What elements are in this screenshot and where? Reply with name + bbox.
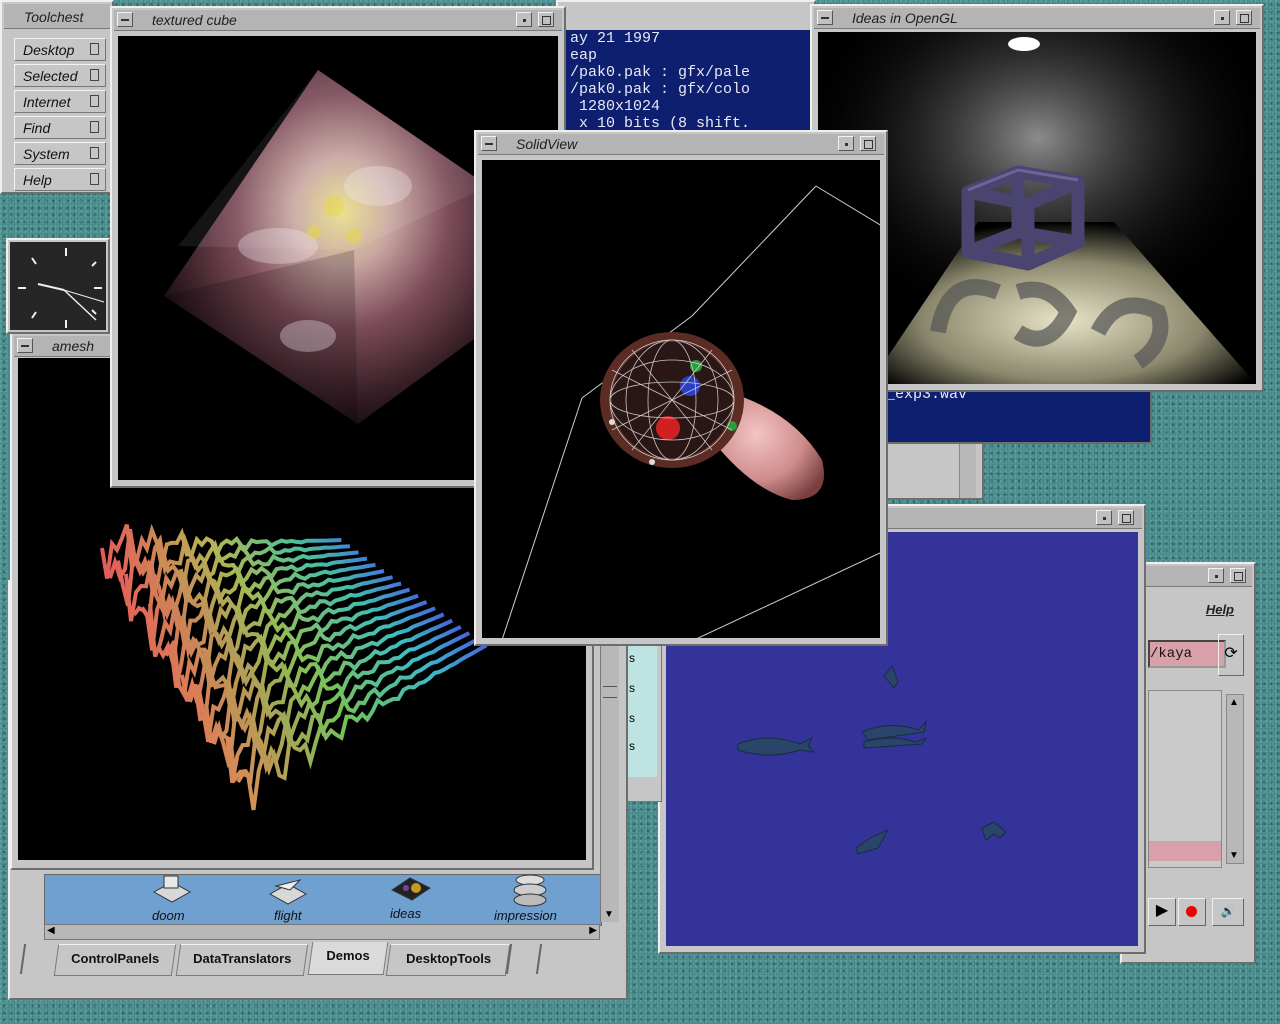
icon-label-impression: impression bbox=[494, 908, 557, 923]
impression-icon[interactable] bbox=[510, 870, 550, 908]
toolchest-titlebar[interactable]: Toolchest bbox=[4, 4, 110, 29]
ideas-titlebar[interactable]: Ideas in OpenGL bbox=[814, 8, 1260, 29]
file-list[interactable] bbox=[1148, 690, 1222, 868]
tab-strip-edge-right bbox=[505, 944, 543, 974]
console-line: eap bbox=[570, 47, 598, 64]
minimize-button[interactable] bbox=[838, 136, 854, 151]
textured-cube-titlebar[interactable]: textured cube bbox=[114, 10, 562, 31]
flight-icon[interactable] bbox=[266, 872, 310, 906]
icon-view-hscroll[interactable]: ◀ ▶ bbox=[44, 924, 600, 940]
tab-demos[interactable]: Demos bbox=[307, 942, 389, 975]
icon-label-ideas: ideas bbox=[390, 906, 422, 921]
scroll-grip[interactable] bbox=[603, 686, 617, 698]
record-icon bbox=[1186, 906, 1197, 917]
submenu-icon bbox=[90, 147, 99, 159]
console-line: /pak0.pak : gfx/pale bbox=[570, 64, 751, 81]
maximize-button[interactable] bbox=[1118, 510, 1134, 525]
play-button[interactable]: ▶ bbox=[1148, 898, 1176, 926]
minimize-button[interactable] bbox=[516, 12, 532, 27]
speaker-icon: 🔊 bbox=[1220, 904, 1236, 918]
toolchest-item-system[interactable]: System bbox=[14, 142, 106, 165]
textured-cube-title: textured cube bbox=[152, 12, 237, 28]
scroll-up-arrow-icon[interactable]: ▲ bbox=[1229, 697, 1239, 708]
partial-list-panel[interactable]: s s s s bbox=[626, 640, 662, 802]
icon-label-flight: flight bbox=[274, 908, 302, 923]
toolchest-item-internet[interactable]: Internet bbox=[14, 90, 106, 113]
tab-controlpanels[interactable]: ControlPanels bbox=[53, 944, 177, 976]
list-scrollbar[interactable]: ▲ ▼ bbox=[1226, 694, 1244, 864]
window-menu-button[interactable] bbox=[481, 136, 497, 151]
clock-window[interactable] bbox=[6, 238, 110, 334]
scroll-down-arrow-icon[interactable]: ▼ bbox=[604, 909, 614, 920]
toolchest-item-desktop[interactable]: Desktop bbox=[14, 38, 106, 61]
icon-view-vscroll[interactable]: ▼ bbox=[600, 622, 619, 922]
selected-row[interactable] bbox=[1149, 841, 1221, 861]
solidview-titlebar[interactable]: SolidView bbox=[478, 134, 884, 155]
scroll-down-arrow-icon[interactable]: ▼ bbox=[1229, 850, 1239, 861]
toolchest-item-find[interactable]: Find bbox=[14, 116, 106, 139]
window-menu-button[interactable] bbox=[817, 10, 833, 25]
maximize-button[interactable] bbox=[860, 136, 876, 151]
minimize-button[interactable] bbox=[1214, 10, 1230, 25]
maximize-button[interactable] bbox=[1236, 10, 1252, 25]
maximize-button[interactable] bbox=[538, 12, 554, 27]
scroll-left-arrow-icon[interactable]: ◀ bbox=[47, 925, 55, 936]
toolchest-title: Toolchest bbox=[24, 9, 84, 25]
ideas-title: Ideas in OpenGL bbox=[852, 10, 958, 26]
clock-face bbox=[10, 242, 106, 330]
window-menu-button[interactable] bbox=[117, 12, 133, 27]
solidview-title: SolidView bbox=[516, 136, 578, 152]
submenu-icon bbox=[90, 69, 99, 81]
tab-datatranslators[interactable]: DataTranslators bbox=[175, 944, 309, 976]
icon-label-doom: doom bbox=[152, 908, 185, 923]
list-mark: s bbox=[629, 711, 635, 725]
toolchest-item-help[interactable]: Help bbox=[14, 168, 106, 191]
tab-desktoptools[interactable]: DesktopTools bbox=[385, 944, 511, 976]
solidview-window[interactable]: SolidView bbox=[474, 130, 888, 646]
speaker-button[interactable]: 🔊 bbox=[1212, 898, 1244, 926]
help-menu[interactable]: Help bbox=[1206, 602, 1234, 617]
ideas-icon[interactable] bbox=[388, 870, 434, 904]
list-mark: s bbox=[629, 681, 635, 695]
list-strip: s s s s bbox=[627, 641, 657, 777]
refresh-icon: ⟳ bbox=[1224, 645, 1238, 662]
submenu-icon bbox=[90, 95, 99, 107]
minimize-button[interactable] bbox=[1208, 568, 1224, 583]
toolchest-item-selected[interactable]: Selected bbox=[14, 64, 106, 87]
amesh-title: amesh bbox=[52, 338, 95, 354]
window-menu-button[interactable] bbox=[17, 338, 33, 353]
path-text: /kaya bbox=[1150, 646, 1193, 662]
toolchest-window[interactable]: Toolchest Desktop Selected Internet Find… bbox=[0, 0, 114, 194]
minimize-button[interactable] bbox=[1096, 510, 1112, 525]
console-line: ay 21 1997 bbox=[570, 30, 661, 47]
console-2-frame-edge bbox=[880, 444, 984, 500]
console-line: 1280x1024 bbox=[570, 98, 661, 115]
refresh-button[interactable]: ⟳ bbox=[1218, 634, 1244, 676]
scroll-right-arrow-icon[interactable]: ▶ bbox=[589, 925, 597, 936]
play-icon: ▶ bbox=[1155, 902, 1169, 919]
doom-icon[interactable] bbox=[150, 872, 192, 906]
submenu-icon bbox=[90, 121, 99, 133]
submenu-icon bbox=[90, 43, 99, 55]
record-button[interactable] bbox=[1178, 898, 1206, 926]
submenu-icon bbox=[90, 173, 99, 185]
list-mark: s bbox=[629, 739, 635, 753]
solid-model-illustration bbox=[502, 185, 880, 638]
console-line: /pak0.pak : gfx/colo bbox=[570, 81, 751, 98]
path-field[interactable]: /kaya bbox=[1148, 640, 1226, 668]
list-mark: s bbox=[629, 651, 635, 665]
solidview-canvas[interactable] bbox=[482, 160, 880, 638]
maximize-button[interactable] bbox=[1230, 568, 1246, 583]
